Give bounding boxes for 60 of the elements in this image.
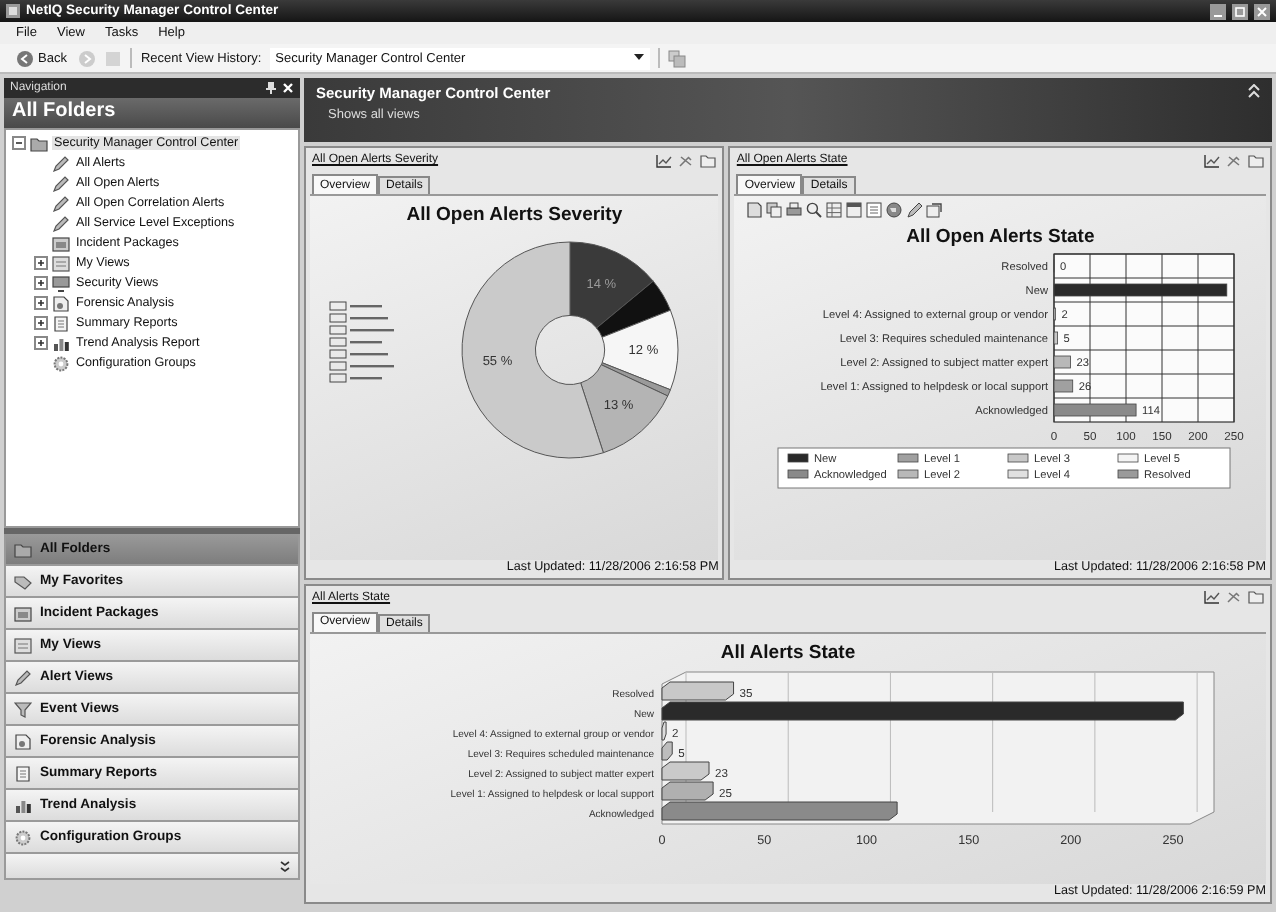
gear-icon <box>52 355 70 371</box>
bar-chart-icon <box>52 335 70 351</box>
collapse-icon[interactable] <box>1248 84 1260 98</box>
tag-icon <box>14 573 32 589</box>
expand-toggle[interactable] <box>34 276 48 290</box>
monitor-icon <box>52 275 70 291</box>
chart-title: All Open Alerts State <box>906 224 1095 248</box>
bar-chart-icon <box>14 797 32 813</box>
navigation-heading: All Folders <box>4 98 300 128</box>
back-arrow-icon <box>16 49 34 67</box>
document-icon <box>14 733 32 749</box>
app-icon <box>6 4 20 18</box>
pen-icon <box>14 669 32 685</box>
bar <box>1054 379 1074 393</box>
chevron-icon[interactable] <box>280 859 290 873</box>
properties-icon[interactable] <box>926 202 943 218</box>
window-icon[interactable] <box>846 202 863 218</box>
copy-icon[interactable] <box>766 202 783 218</box>
report-icon <box>52 315 70 331</box>
document-icon <box>52 295 70 311</box>
line-chart-icon[interactable] <box>1204 590 1220 605</box>
line-chart-icon[interactable] <box>1204 153 1220 167</box>
expand-toggle[interactable] <box>34 316 48 330</box>
window-icon <box>52 255 70 271</box>
table-icon[interactable] <box>826 202 843 218</box>
bar <box>1054 331 1059 345</box>
expand-toggle[interactable] <box>34 336 48 350</box>
expand-toggle[interactable] <box>34 296 48 310</box>
caret-icon <box>633 54 644 62</box>
globe-icon[interactable] <box>886 202 903 218</box>
chart-title: All Alerts State <box>720 639 856 664</box>
expand-toggle[interactable] <box>34 256 48 270</box>
pencil-icon[interactable] <box>906 202 923 218</box>
list-icon[interactable] <box>866 202 883 218</box>
close-button[interactable] <box>1254 3 1270 19</box>
folder-icon <box>30 135 48 151</box>
magnifier-icon[interactable] <box>806 202 823 218</box>
close-icon[interactable] <box>282 82 294 94</box>
collapse-toggle[interactable] <box>12 136 26 150</box>
printer-icon[interactable] <box>786 202 803 218</box>
line-chart-icon[interactable] <box>656 153 673 167</box>
folder-icon[interactable] <box>1248 590 1264 605</box>
windows-icon[interactable] <box>667 49 686 67</box>
gear-icon <box>14 829 32 845</box>
window-icon <box>14 637 32 653</box>
legend-drawing <box>328 301 394 383</box>
bar <box>1054 403 1137 417</box>
maximize-button[interactable] <box>1232 3 1248 19</box>
minimize-button[interactable] <box>1210 3 1226 19</box>
funnel-icon <box>14 701 32 717</box>
package-icon <box>14 605 32 621</box>
folder-icon[interactable] <box>700 153 717 167</box>
package-icon <box>52 235 70 251</box>
bar <box>1054 355 1072 369</box>
page-icon[interactable] <box>746 202 763 218</box>
folder-icon[interactable] <box>1248 153 1264 167</box>
pin-icon[interactable] <box>266 82 276 94</box>
folder-icon <box>14 541 32 557</box>
chart-title: All Open Alerts Severity <box>406 202 623 226</box>
report-icon <box>14 765 32 781</box>
